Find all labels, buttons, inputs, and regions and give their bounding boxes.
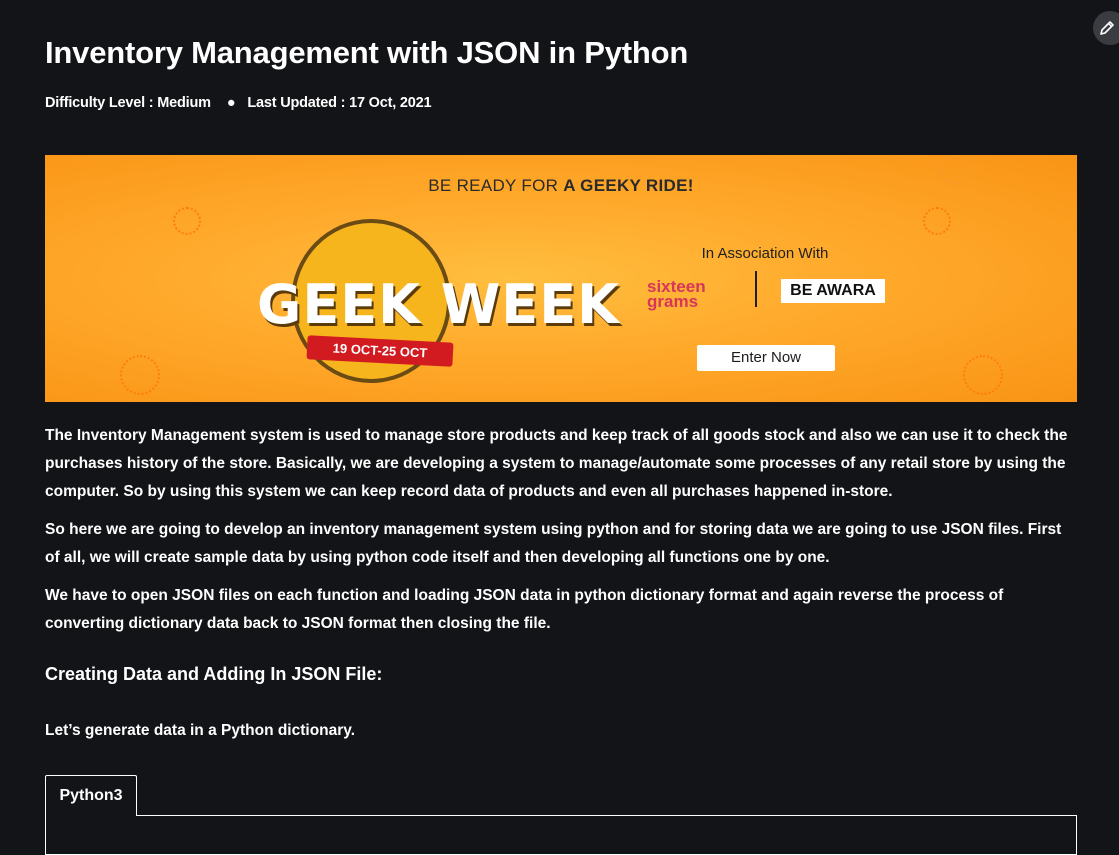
enter-now-button[interactable]: Enter Now	[697, 345, 835, 371]
banner-headline: BE READY FOR A GEEKY RIDE!	[45, 176, 1077, 196]
geek-week-logo-text: GEEK WEEK	[257, 273, 620, 336]
paragraph-plan: So here we are going to develop an inven…	[45, 521, 1062, 566]
section-heading: Creating Data and Adding In JSON File:	[45, 664, 383, 684]
edit-button[interactable]	[1093, 11, 1119, 45]
last-updated: Last Updated : 17 Oct, 2021	[247, 95, 432, 111]
headline-bold: A GEEKY RIDE!	[563, 176, 694, 195]
paragraph-intro: The Inventory Management system is used …	[45, 427, 1068, 500]
headline-regular: BE READY FOR	[428, 176, 564, 195]
geek-week-banner[interactable]: BE READY FOR A GEEKY RIDE! GEEK WEEK 19 …	[45, 155, 1077, 402]
partner-be-awara: BE AWARA	[781, 279, 885, 303]
partner-divider	[755, 271, 757, 307]
association-label: In Association With	[701, 245, 829, 262]
partner-sixteen-grams: sixteen grams	[647, 277, 706, 311]
difficulty-level: Difficulty Level : Medium	[45, 95, 211, 111]
decor-flower	[173, 207, 201, 235]
tab-python3[interactable]: Python3	[45, 775, 137, 816]
decor-flower	[120, 355, 160, 395]
pencil-icon	[1100, 21, 1114, 35]
meta-separator: ●	[226, 95, 236, 111]
paragraph-json: We have to open JSON files on each funct…	[45, 587, 1004, 632]
code-block[interactable]	[45, 815, 1077, 855]
article-title: Inventory Management with JSON in Python	[45, 35, 689, 70]
article-meta: Difficulty Level : Medium ● Last Updated :…	[45, 95, 432, 111]
paragraph-generate: Let’s generate data in a Python dictiona…	[45, 722, 356, 739]
decor-flower	[963, 355, 1003, 395]
decor-flower	[923, 207, 951, 235]
